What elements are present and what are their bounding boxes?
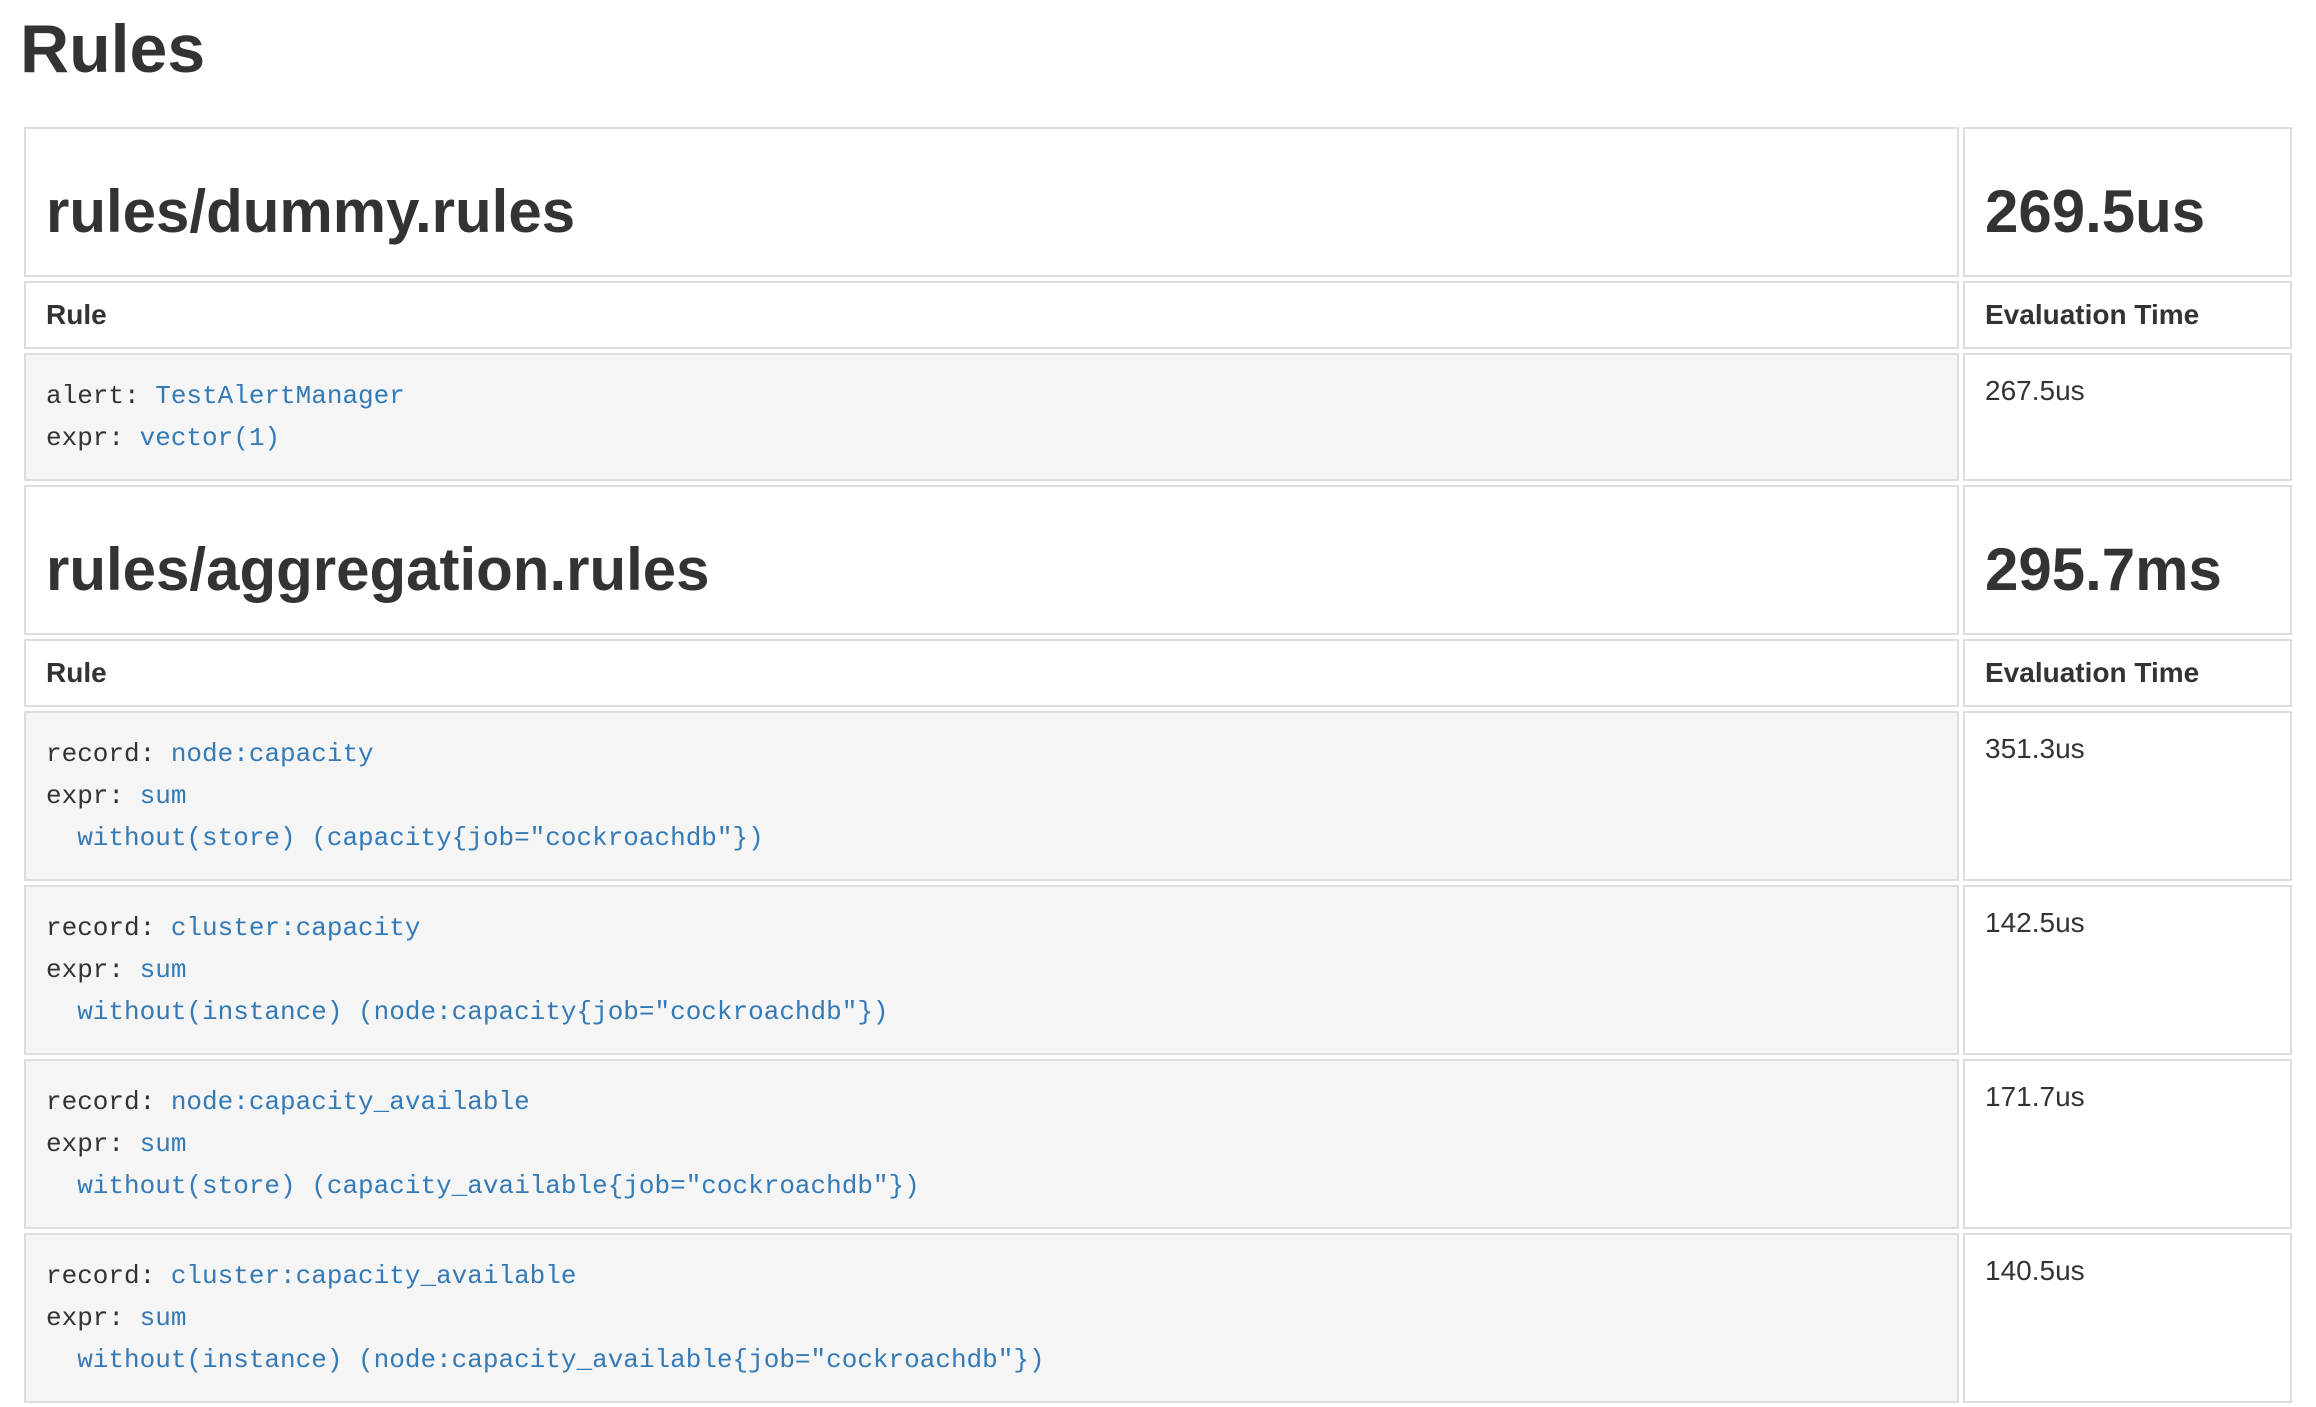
rule-group-header-row: rules/aggregation.rules 295.7ms (24, 485, 2292, 635)
record-name-link[interactable]: cluster:capacity (171, 913, 421, 943)
evaluation-time-column-header: Evaluation Time (1963, 639, 2292, 707)
rule-evaluation-time: 140.5us (1963, 1233, 2292, 1403)
rule-row: record: node:capacity expr: sum without(… (24, 711, 2292, 881)
code-label: record: (46, 913, 171, 943)
rule-code: record: node:capacity expr: sum without(… (26, 713, 1957, 879)
record-name-link[interactable]: node:capacity (171, 739, 374, 769)
column-header-row: RuleEvaluation Time (24, 281, 2292, 349)
rule-file-name: rules/aggregation.rules (46, 537, 1937, 603)
code-label: expr: (46, 955, 140, 985)
expr-link[interactable]: sum without(instance) (node:capacity{job… (46, 955, 889, 1027)
rule-cell: record: node:capacity expr: sum without(… (24, 711, 1959, 881)
rule-evaluation-time: 351.3us (1963, 711, 2292, 881)
code-label: record: (46, 739, 171, 769)
record-name-link[interactable]: node:capacity_available (171, 1087, 530, 1117)
rule-evaluation-time: 142.5us (1963, 885, 2292, 1055)
expr-link[interactable]: vector(1) (140, 423, 280, 453)
rule-row: record: node:capacity_available expr: su… (24, 1059, 2292, 1229)
rule-file-name: rules/dummy.rules (46, 179, 1937, 245)
rule-code: alert: TestAlertManager expr: vector(1) (26, 355, 1957, 479)
code-label: expr: (46, 423, 140, 453)
rule-row: alert: TestAlertManager expr: vector(1)2… (24, 353, 2292, 481)
rule-evaluation-time: 267.5us (1963, 353, 2292, 481)
code-label: expr: (46, 1303, 140, 1333)
group-evaluation-time-cell: 269.5us (1963, 127, 2292, 277)
expr-link[interactable]: sum without(instance) (node:capacity_ava… (46, 1303, 1045, 1375)
code-label: record: (46, 1261, 171, 1291)
rule-evaluation-time: 171.7us (1963, 1059, 2292, 1229)
record-name-link[interactable]: cluster:capacity_available (171, 1261, 577, 1291)
rules-table: rules/dummy.rules269.5usRuleEvaluation T… (20, 123, 2296, 1407)
rule-cell: record: node:capacity_available expr: su… (24, 1059, 1959, 1229)
page-title: Rules (20, 14, 2296, 85)
rule-group-header-row: rules/dummy.rules 269.5us (24, 127, 2292, 277)
alert-name-link[interactable]: TestAlertManager (155, 381, 405, 411)
rule-column-header: Rule (24, 639, 1959, 707)
expr-link[interactable]: sum without(store) (capacity{job="cockro… (46, 781, 764, 853)
rule-cell: record: cluster:capacity expr: sum witho… (24, 885, 1959, 1055)
rule-code: record: cluster:capacity expr: sum witho… (26, 887, 1957, 1053)
rule-file-cell: rules/aggregation.rules (24, 485, 1959, 635)
rule-cell: alert: TestAlertManager expr: vector(1) (24, 353, 1959, 481)
expr-link[interactable]: sum without(store) (capacity_available{j… (46, 1129, 920, 1201)
rule-code: record: cluster:capacity_available expr:… (26, 1235, 1957, 1401)
group-evaluation-time-cell: 295.7ms (1963, 485, 2292, 635)
evaluation-time-column-header: Evaluation Time (1963, 281, 2292, 349)
rule-row: record: cluster:capacity expr: sum witho… (24, 885, 2292, 1055)
group-evaluation-time: 269.5us (1985, 179, 2270, 245)
rule-row: record: cluster:capacity_available expr:… (24, 1233, 2292, 1403)
rule-cell: record: cluster:capacity_available expr:… (24, 1233, 1959, 1403)
code-label: expr: (46, 781, 140, 811)
code-label: expr: (46, 1129, 140, 1159)
code-label: alert: (46, 381, 155, 411)
rule-code: record: node:capacity_available expr: su… (26, 1061, 1957, 1227)
group-evaluation-time: 295.7ms (1985, 537, 2270, 603)
column-header-row: RuleEvaluation Time (24, 639, 2292, 707)
code-label: record: (46, 1087, 171, 1117)
rule-column-header: Rule (24, 281, 1959, 349)
rule-file-cell: rules/dummy.rules (24, 127, 1959, 277)
